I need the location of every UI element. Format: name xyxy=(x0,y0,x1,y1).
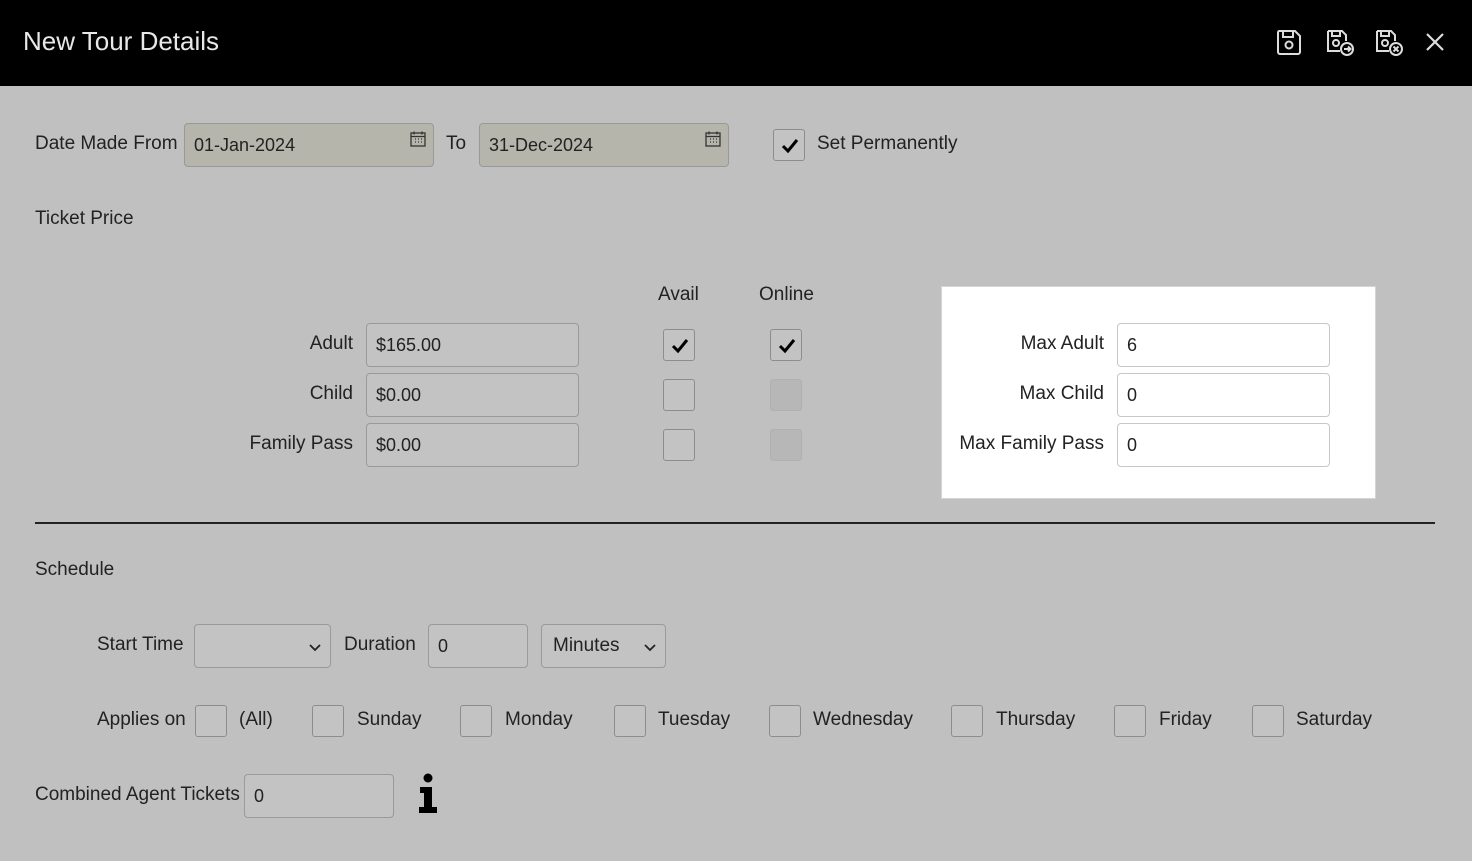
save-and-close-icon[interactable] xyxy=(1372,26,1404,58)
combined-agent-tickets-field[interactable]: 0 xyxy=(244,774,394,818)
date-to-field[interactable]: 31-Dec-2024 xyxy=(479,123,729,167)
duration-unit-select[interactable]: Minutes xyxy=(541,624,666,668)
child-price-field[interactable]: $0.00 xyxy=(366,373,579,417)
max-child-field[interactable]: 0 xyxy=(1117,373,1330,417)
day-thursday-checkbox[interactable] xyxy=(951,705,983,737)
adult-price-field[interactable]: $165.00 xyxy=(366,323,579,367)
duration-unit-value: Minutes xyxy=(553,635,620,656)
max-adult-label: Max Adult xyxy=(1020,333,1104,354)
day-wednesday-checkbox[interactable] xyxy=(769,705,801,737)
save-and-new-icon[interactable] xyxy=(1323,26,1355,58)
adult-online-checkbox[interactable] xyxy=(770,329,802,361)
day-all-label: (All) xyxy=(239,709,273,730)
to-label: To xyxy=(446,133,467,154)
day-sunday-checkbox[interactable] xyxy=(312,705,344,737)
child-online-checkbox xyxy=(770,379,802,411)
combined-agent-tickets-label: Combined Agent Tickets xyxy=(35,784,240,805)
day-tuesday-checkbox[interactable] xyxy=(614,705,646,737)
max-child-label: Max Child xyxy=(1019,383,1104,404)
day-all-checkbox[interactable] xyxy=(195,705,227,737)
day-sunday-label: Sunday xyxy=(357,709,422,730)
set-permanently-checkbox[interactable] xyxy=(773,129,805,161)
start-time-label: Start Time xyxy=(97,634,184,655)
date-from-field[interactable]: 01-Jan-2024 xyxy=(184,123,434,167)
family-pass-price-label: Family Pass xyxy=(249,433,353,454)
date-to-value: 31-Dec-2024 xyxy=(489,135,594,155)
child-price-label: Child xyxy=(309,383,353,404)
duration-label: Duration xyxy=(344,634,416,655)
duration-field[interactable]: 0 xyxy=(428,624,528,668)
chevron-down-icon xyxy=(644,644,656,652)
window-title: New Tour Details xyxy=(23,26,220,56)
date-from-value: 01-Jan-2024 xyxy=(194,135,296,155)
day-friday-label: Friday xyxy=(1159,709,1212,730)
date-made-from-label: Date Made From xyxy=(35,133,178,154)
max-family-pass-label: Max Family Pass xyxy=(959,433,1104,454)
day-monday-label: Monday xyxy=(505,709,573,730)
day-friday-checkbox[interactable] xyxy=(1114,705,1146,737)
title-bar: New Tour Details xyxy=(0,0,1472,86)
save-icon[interactable] xyxy=(1273,26,1305,58)
chevron-down-icon xyxy=(309,644,321,652)
day-saturday-checkbox[interactable] xyxy=(1252,705,1284,737)
max-family-pass-field[interactable]: 0 xyxy=(1117,423,1330,467)
child-avail-checkbox[interactable] xyxy=(663,379,695,411)
adult-avail-checkbox[interactable] xyxy=(663,329,695,361)
info-icon[interactable] xyxy=(417,773,439,815)
day-wednesday-label: Wednesday xyxy=(813,709,913,730)
max-adult-field[interactable]: 6 xyxy=(1117,323,1330,367)
day-thursday-label: Thursday xyxy=(996,709,1076,730)
family-pass-avail-checkbox[interactable] xyxy=(663,429,695,461)
section-divider xyxy=(35,522,1435,524)
day-tuesday-label: Tuesday xyxy=(658,709,731,730)
ticket-price-heading: Ticket Price xyxy=(35,208,134,229)
avail-column-header: Avail xyxy=(658,284,699,305)
day-monday-checkbox[interactable] xyxy=(460,705,492,737)
adult-price-label: Adult xyxy=(309,333,353,354)
calendar-icon[interactable] xyxy=(704,130,722,148)
close-icon[interactable] xyxy=(1420,26,1452,58)
schedule-heading: Schedule xyxy=(35,559,115,580)
day-saturday-label: Saturday xyxy=(1296,709,1373,730)
family-pass-online-checkbox xyxy=(770,429,802,461)
family-pass-price-field[interactable]: $0.00 xyxy=(366,423,579,467)
applies-on-label: Applies on xyxy=(97,709,186,730)
start-time-select[interactable] xyxy=(194,624,331,668)
set-permanently-label: Set Permanently xyxy=(817,133,958,154)
online-column-header: Online xyxy=(759,284,814,305)
calendar-icon[interactable] xyxy=(409,130,427,148)
